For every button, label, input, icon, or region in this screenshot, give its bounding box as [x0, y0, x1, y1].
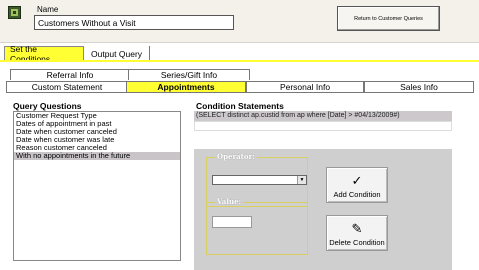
name-field[interactable]: Customers Without a Visit [34, 15, 234, 30]
return-to-customer-queries-button[interactable]: Return to Customer Queries [337, 6, 440, 31]
tab-set-conditions[interactable]: Set the Conditions [4, 44, 84, 64]
header-bar: Name Customers Without a Visit Return to… [0, 0, 479, 43]
value-group: Value: [206, 197, 308, 255]
tab-series-gift-info[interactable]: Series/Gift Info [128, 69, 250, 80]
top-tab-strip: Set the Conditions Output Query [0, 43, 479, 64]
category-tabs: Referral Info Series/Gift Info Custom St… [0, 62, 479, 92]
query-questions-list[interactable]: Customer Request Type Dates of appointme… [13, 111, 181, 261]
list-item-selected[interactable]: With no appointments in the future [14, 152, 180, 160]
delete-condition-button[interactable]: ✎ Delete Condition [326, 215, 388, 251]
app-logo-icon [8, 6, 21, 19]
value-input[interactable] [212, 216, 252, 228]
name-label: Name [37, 5, 59, 14]
condition-builder-panel: Operator: ▼ Value: ✓ Add Condition ✎ Del… [194, 149, 452, 270]
chevron-down-icon[interactable]: ▼ [297, 176, 306, 184]
condition-statement-row[interactable]: (SELECT distinct ap.custid from ap where… [194, 111, 452, 121]
value-label: Value: [215, 197, 244, 206]
tab-referral-info[interactable]: Referral Info [10, 69, 130, 80]
add-condition-button[interactable]: ✓ Add Condition [326, 167, 388, 203]
tab-sales-info[interactable]: Sales Info [364, 81, 474, 92]
tab-divider [6, 92, 474, 93]
eraser-icon: ✎ [351, 221, 363, 236]
panel-right-margin [456, 149, 479, 270]
tab-output-query[interactable]: Output Query [86, 46, 150, 61]
tab-custom-statement[interactable]: Custom Statement [6, 81, 128, 92]
check-pen-icon: ✓ [351, 173, 363, 188]
condition-statements-heading: Condition Statements [196, 101, 284, 111]
operator-select[interactable]: ▼ [212, 175, 307, 185]
operator-label: Operator: [215, 152, 257, 161]
add-condition-label: Add Condition [333, 190, 381, 199]
tab-personal-info[interactable]: Personal Info [246, 81, 364, 92]
tab-appointments[interactable]: Appointments [126, 81, 246, 92]
delete-condition-label: Delete Condition [329, 238, 385, 247]
condition-statement-empty-row[interactable] [194, 121, 452, 131]
query-questions-heading: Query Questions [13, 101, 82, 111]
